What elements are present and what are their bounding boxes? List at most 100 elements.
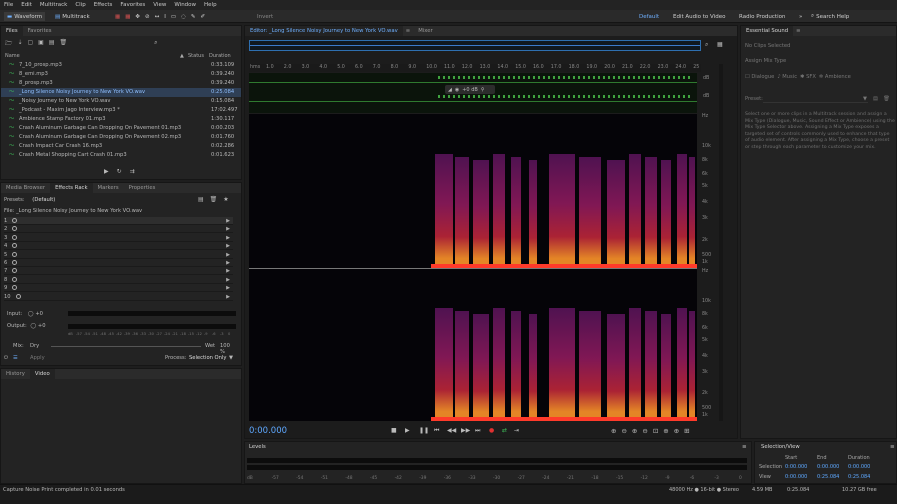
input-gain-knob[interactable]: ◯	[28, 311, 34, 317]
new-file-icon[interactable]: ▢	[27, 39, 33, 49]
file-row[interactable]: 〜 _Podcast - Maxim Jago Interview.mp3 * 17…	[1, 106, 241, 115]
effect-slot[interactable]: 6 ▶	[4, 259, 233, 267]
power-icon[interactable]	[12, 243, 18, 249]
effect-slot[interactable]: 10 ▶	[4, 293, 233, 301]
import-icon[interactable]: ⇣	[17, 39, 22, 49]
loop-icon[interactable]: ↻	[117, 168, 122, 175]
fast-forward-icon[interactable]: ▶▶	[461, 427, 470, 434]
vertical-scrollbar[interactable]	[719, 64, 723, 421]
menu-multitrack[interactable]: Multitrack	[40, 2, 67, 8]
pause-icon[interactable]: ❚❚	[419, 427, 429, 434]
power-icon[interactable]	[12, 276, 18, 282]
menu-window[interactable]: Window	[174, 2, 196, 8]
move-playhead-next-icon[interactable]: ⏭	[475, 427, 480, 435]
zoom-in-at-start-icon[interactable]: ⊕	[663, 427, 668, 435]
marquee-tool-icon[interactable]: ▭	[171, 14, 176, 20]
output-gain-knob[interactable]: ◯	[30, 323, 36, 329]
open-folder-icon[interactable]: 🗁	[5, 39, 12, 49]
invert-button[interactable]: Invert	[254, 12, 276, 21]
search-help[interactable]: ⌕ Search Help	[808, 12, 852, 21]
delete-preset-icon[interactable]: 🗑	[883, 96, 890, 102]
effect-slot[interactable]: 4 ▶	[4, 242, 233, 251]
tab-mixer[interactable]: Mixer	[413, 26, 437, 36]
brush-tool-icon[interactable]: ✎	[191, 14, 196, 20]
panel-menu-icon[interactable]: ≡	[793, 26, 803, 36]
power-icon[interactable]	[12, 251, 18, 257]
workspace-radio-production[interactable]: Radio Production	[736, 12, 788, 21]
effect-slot[interactable]: 8 ▶	[4, 276, 233, 284]
workspace-edit-audio-to-video[interactable]: Edit Audio to Video	[670, 12, 728, 21]
file-row[interactable]: 〜 8_emi.mp3 0:39.240	[1, 70, 241, 79]
zoom-in-amplitude-icon[interactable]: ⊕	[611, 427, 616, 435]
power-icon[interactable]	[12, 226, 18, 232]
power-icon[interactable]	[15, 293, 21, 299]
file-row[interactable]: 〜 Crash Aluminum Garbage Can Dropping On …	[1, 133, 241, 142]
tab-properties[interactable]: Properties	[124, 183, 161, 193]
tab-video[interactable]: Video	[29, 369, 55, 379]
power-icon[interactable]	[12, 234, 18, 240]
zoom-out-full-icon[interactable]: ⊡	[653, 427, 658, 435]
menu-edit[interactable]: Edit	[21, 2, 32, 8]
time-display[interactable]: 0:00.000	[249, 426, 287, 436]
power-icon[interactable]	[12, 260, 18, 265]
zoom-in-time-icon[interactable]: ⊕	[632, 427, 637, 435]
tab-files[interactable]: Files	[1, 26, 23, 36]
chevron-right-icon[interactable]: ▶	[226, 259, 230, 267]
delete-icon[interactable]: 🗑	[60, 39, 68, 49]
zoom-navigator-icon[interactable]: ⌕	[705, 41, 708, 49]
file-row[interactable]: 〜 Crash Impact Car Crash 16.mp3 0:02.286	[1, 142, 241, 151]
favorite-star-icon[interactable]: ★	[223, 196, 228, 203]
lasso-tool-icon[interactable]: ◌	[181, 14, 186, 20]
mix-type-music[interactable]: ♪ Music	[777, 74, 797, 83]
waveform-strip[interactable]: ◢ ◉ +0 dB ⚲	[249, 73, 697, 113]
power-icon[interactable]	[12, 268, 18, 274]
chevron-right-icon[interactable]: ▶	[226, 234, 230, 242]
workspace-default[interactable]: Default	[636, 12, 662, 21]
panel-menu-icon[interactable]: ≡	[890, 444, 895, 450]
selection-duration[interactable]: 0:00.000	[848, 464, 870, 470]
panel-menu-icon[interactable]: ≡	[403, 26, 413, 36]
tab-favorites[interactable]: Favorites	[23, 26, 57, 36]
autoplay-icon[interactable]: ⇉	[130, 168, 135, 175]
slip-tool-icon[interactable]: ↔	[155, 14, 160, 20]
play-icon[interactable]: ▶	[104, 168, 109, 175]
multitrack-view-button[interactable]: ▤ Multitrack	[52, 12, 93, 21]
mix-slider[interactable]	[51, 346, 201, 347]
tab-editor[interactable]: Editor: _Long Silence Noisy Journey to N…	[245, 26, 403, 36]
pin-icon[interactable]: ⚲	[481, 87, 485, 93]
spot-healing-icon[interactable]: ✐	[200, 14, 205, 20]
mix-type-sfx[interactable]: ✱ SFX	[800, 74, 816, 83]
skip-selection-icon[interactable]: ⇥	[514, 427, 519, 434]
view-end[interactable]: 0:25.084	[817, 474, 839, 480]
time-ruler[interactable]: hms 1.0 2.0 3.0 4.0 5.0 6.0 7.0 8.0 9.0 10.0 11.0 1…	[249, 64, 701, 72]
chevron-right-icon[interactable]: ▶	[226, 225, 230, 233]
spectral-display-right[interactable]	[249, 269, 697, 421]
record-icon[interactable]: ●	[489, 427, 494, 434]
selection-end[interactable]: 0:00.000	[817, 464, 839, 470]
tab-history[interactable]: History	[1, 369, 30, 379]
power-icon[interactable]	[12, 218, 18, 223]
chevron-right-icon[interactable]: ▶	[226, 217, 230, 225]
spectral-pitch-icon[interactable]: ▦	[125, 14, 130, 20]
hud-volume[interactable]: ◢ ◉ +0 dB ⚲	[445, 85, 495, 94]
view-start[interactable]: 0:00.000	[785, 474, 807, 480]
panel-menu-icon[interactable]: ≡	[742, 444, 747, 450]
preset-select[interactable]	[763, 96, 868, 103]
effect-slot[interactable]: 1 ▶	[4, 217, 233, 225]
menu-clip[interactable]: Clip	[75, 2, 85, 8]
apply-button[interactable]: Apply	[30, 355, 45, 361]
save-preset-icon[interactable]: ▤	[873, 96, 878, 102]
mix-type-dialogue[interactable]: ☐ Dialogue	[745, 74, 774, 83]
workspace-overflow-button[interactable]: »	[796, 12, 805, 21]
effect-slot[interactable]: 3 ▶	[4, 234, 233, 242]
overview-settings-icon[interactable]: ▦	[717, 41, 723, 48]
time-selection-tool-icon[interactable]: I	[164, 14, 166, 20]
list-icon[interactable]: ☰	[13, 355, 18, 361]
insert-icon[interactable]: ▣	[38, 39, 44, 49]
menu-help[interactable]: Help	[204, 2, 217, 8]
delete-preset-icon[interactable]: 🗑	[210, 196, 218, 203]
tab-markers[interactable]: Markers	[93, 183, 124, 193]
waveform-view-button[interactable]: ▬ Waveform	[4, 12, 46, 21]
effect-slot[interactable]: 7 ▶	[4, 267, 233, 276]
column-duration[interactable]: Duration	[209, 53, 231, 59]
